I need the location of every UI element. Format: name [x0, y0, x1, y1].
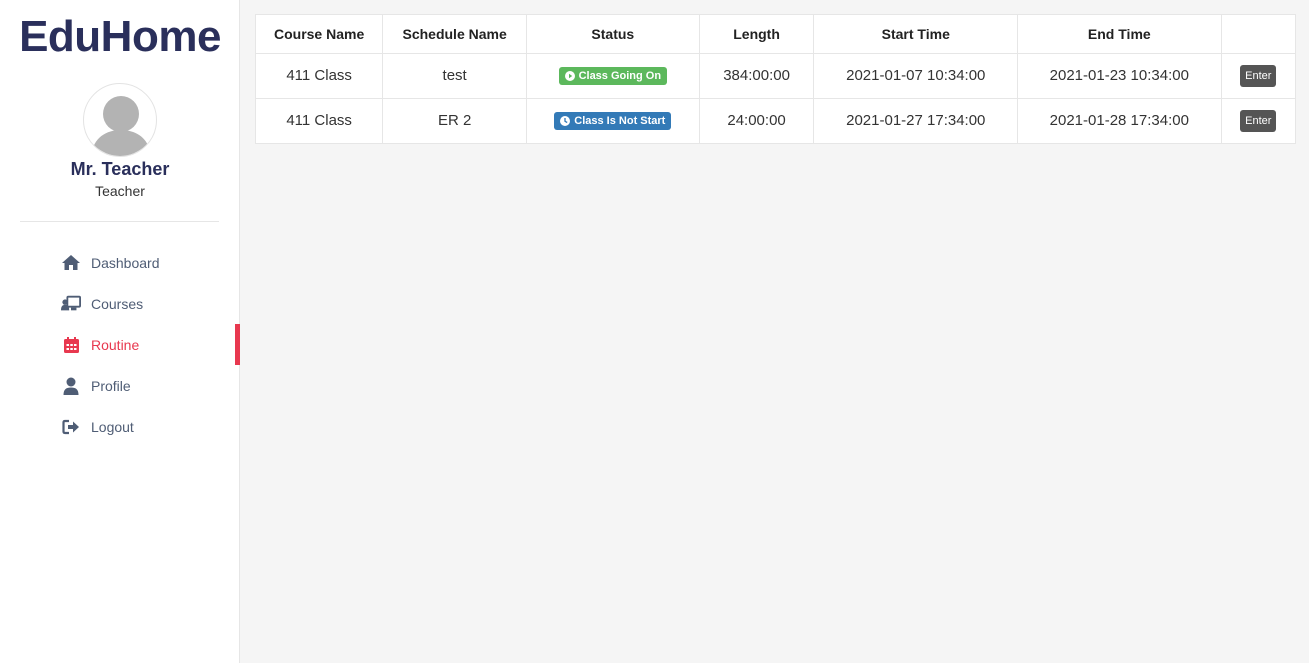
sidebar-item-dashboard[interactable]: Dashboard	[0, 242, 240, 283]
action-cell: Enter	[1221, 52, 1295, 98]
sidebar-item-label: Routine	[91, 336, 140, 353]
end-time-cell: 2021-01-28 17:34:00	[1017, 97, 1222, 143]
sidebar-item-label: Profile	[91, 377, 131, 394]
column-header: Course Name	[256, 15, 384, 53]
status-badge: Class Going On	[558, 66, 668, 85]
sidebar-nav: Dashboard Courses Routine Profile Logout	[0, 242, 240, 447]
user-name: Mr. Teacher	[70, 159, 170, 179]
length-cell: 24:00:00	[699, 97, 815, 143]
sidebar-item-logout[interactable]: Logout	[0, 406, 240, 447]
brand-logo[interactable]: EduHome	[0, 12, 240, 62]
routine-table: Course Name Schedule Name Status Length …	[255, 14, 1296, 144]
column-header: Schedule Name	[382, 15, 527, 53]
course-name-cell: 411 Class	[256, 52, 384, 98]
active-indicator	[235, 324, 240, 365]
home-icon	[61, 254, 81, 272]
status-badge-label: Class Going On	[578, 69, 662, 82]
column-header: End Time	[1017, 15, 1222, 53]
table-row: 411 Class ER 2 Class Is Not Start 24:00:…	[256, 97, 1295, 143]
status-badge-label: Class Is Not Start	[574, 114, 666, 127]
length-cell: 384:00:00	[699, 52, 815, 98]
sidebar-item-courses[interactable]: Courses	[0, 283, 240, 324]
course-name-cell: 411 Class	[256, 97, 384, 143]
status-cell: Class Is Not Start	[526, 97, 700, 143]
start-time-cell: 2021-01-27 17:34:00	[813, 97, 1019, 143]
end-time-cell: 2021-01-23 10:34:00	[1017, 52, 1222, 98]
sidebar-item-profile[interactable]: Profile	[0, 365, 240, 406]
status-cell: Class Going On	[526, 52, 700, 98]
enter-button[interactable]: Enter	[1240, 109, 1277, 132]
sidebar-item-label: Courses	[91, 295, 144, 312]
clock-icon	[560, 115, 571, 126]
column-header: Length	[699, 15, 815, 53]
table-row: 411 Class test Class Going On 384:00:00 …	[256, 52, 1295, 98]
status-badge: Class Is Not Start	[554, 111, 672, 130]
column-header	[1221, 15, 1295, 53]
sign-out-icon	[61, 418, 81, 436]
enter-button[interactable]: Enter	[1240, 64, 1277, 87]
user-avatar-icon	[91, 96, 151, 156]
sidebar: EduHome Mr. Teacher Teacher Dashboard Co…	[0, 0, 240, 663]
sidebar-item-label: Logout	[91, 418, 134, 435]
start-time-cell: 2021-01-07 10:34:00	[813, 52, 1019, 98]
user-icon	[61, 377, 81, 395]
action-cell: Enter	[1221, 97, 1295, 143]
sidebar-divider	[20, 221, 219, 222]
user-role: Teacher	[95, 183, 145, 199]
calendar-icon	[61, 336, 81, 354]
play-circle-icon	[564, 70, 575, 81]
avatar	[83, 83, 157, 157]
schedule-name-cell: ER 2	[382, 97, 527, 143]
schedule-name-cell: test	[382, 52, 527, 98]
column-header: Start Time	[813, 15, 1019, 53]
sidebar-item-label: Dashboard	[91, 254, 160, 271]
sidebar-item-routine[interactable]: Routine	[0, 324, 240, 365]
column-header: Status	[526, 15, 700, 53]
teacher-board-icon	[61, 295, 81, 313]
table-header-row: Course Name Schedule Name Status Length …	[256, 15, 1295, 53]
